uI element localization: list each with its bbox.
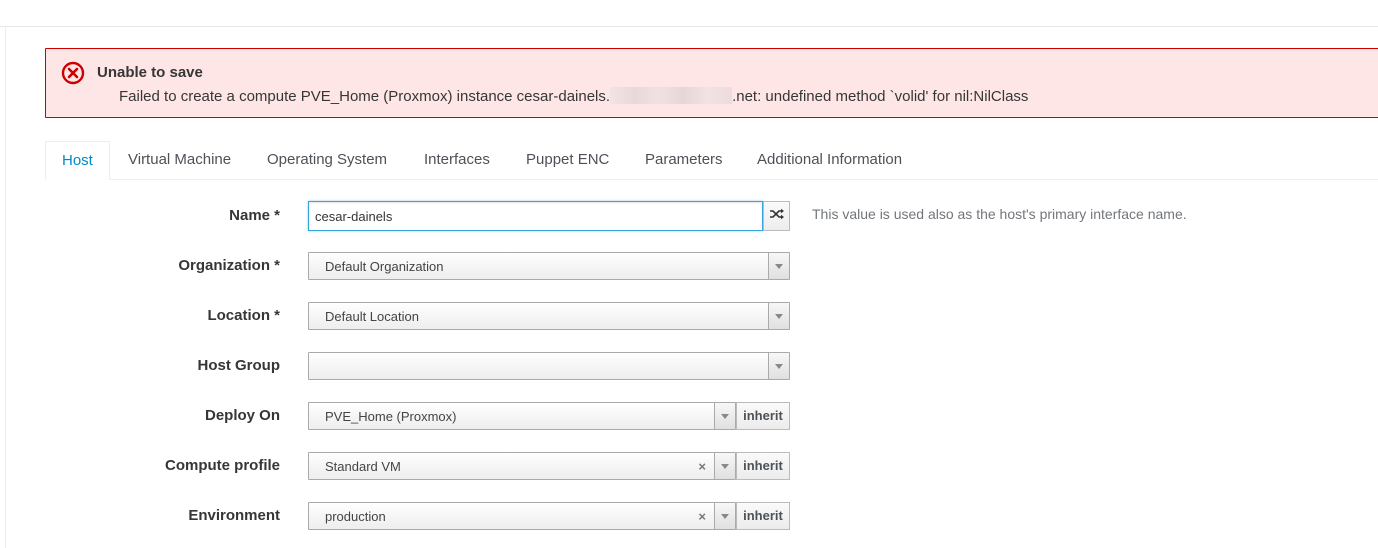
environment-row: Environment production × inherit [0, 502, 1378, 532]
tab-operating-system[interactable]: Operating System [267, 141, 387, 179]
deploy-on-select[interactable]: PVE_Home (Proxmox) [308, 402, 736, 430]
tab-interfaces[interactable]: Interfaces [424, 141, 490, 179]
chevron-down-icon[interactable] [768, 303, 789, 329]
environment-select[interactable]: production × [308, 502, 736, 530]
compute-profile-inherit-button[interactable]: inherit [736, 452, 790, 480]
host-group-row: Host Group [0, 352, 1378, 382]
environment-value: production [325, 509, 386, 524]
deploy-on-value: PVE_Home (Proxmox) [325, 409, 457, 424]
top-divider [0, 26, 1378, 27]
tab-host[interactable]: Host [45, 141, 110, 180]
error-circle-icon [61, 61, 85, 85]
tab-puppet-enc[interactable]: Puppet ENC [526, 141, 609, 179]
compute-profile-row: Compute profile Standard VM × inherit [0, 452, 1378, 482]
organization-row: Organization * Default Organization [0, 252, 1378, 282]
chevron-down-icon[interactable] [768, 353, 789, 379]
name-input[interactable] [308, 201, 763, 231]
chevron-down-icon[interactable] [714, 503, 735, 529]
chevron-down-icon[interactable] [714, 403, 735, 429]
alert-message-suffix: .net: undefined method `volid' for nil:N… [732, 88, 1029, 105]
alert-message: Failed to create a compute PVE_Home (Pro… [119, 87, 1028, 105]
redacted-text [610, 87, 733, 104]
chevron-down-icon[interactable] [714, 453, 735, 479]
deploy-on-inherit-button[interactable]: inherit [736, 402, 790, 430]
location-label: Location * [207, 307, 280, 324]
location-select[interactable]: Default Location [308, 302, 790, 330]
host-group-select[interactable] [308, 352, 790, 380]
compute-profile-select[interactable]: Standard VM × [308, 452, 736, 480]
deploy-on-label: Deploy On [204, 407, 280, 424]
tab-additional-information[interactable]: Additional Information [757, 141, 902, 179]
organization-select[interactable]: Default Organization [308, 252, 790, 280]
environment-label: Environment [188, 507, 280, 524]
shuffle-icon [769, 207, 785, 225]
deploy-on-row: Deploy On PVE_Home (Proxmox) inherit [0, 402, 1378, 432]
compute-profile-label: Compute profile [165, 457, 280, 474]
randomize-name-button[interactable] [763, 201, 790, 231]
compute-profile-value: Standard VM [325, 459, 401, 474]
chevron-down-icon[interactable] [768, 253, 789, 279]
organization-value: Default Organization [325, 259, 444, 274]
alert-title: Unable to save [97, 64, 203, 81]
tab-bar: Host Virtual Machine Operating System In… [45, 141, 1378, 180]
name-row: Name * This value is used also as the ho… [0, 201, 1378, 231]
location-row: Location * Default Location [0, 302, 1378, 332]
clear-icon[interactable]: × [698, 459, 706, 475]
clear-icon[interactable]: × [698, 509, 706, 525]
name-help-text: This value is used also as the host's pr… [812, 206, 1187, 222]
error-alert: Unable to save Failed to create a comput… [45, 48, 1378, 118]
tab-virtual-machine[interactable]: Virtual Machine [128, 141, 231, 179]
organization-label: Organization * [178, 257, 280, 274]
alert-message-prefix: Failed to create a compute PVE_Home (Pro… [119, 88, 611, 105]
location-value: Default Location [325, 309, 419, 324]
environment-inherit-button[interactable]: inherit [736, 502, 790, 530]
tab-parameters[interactable]: Parameters [645, 141, 723, 179]
host-group-label: Host Group [197, 357, 281, 374]
name-label: Name * [229, 207, 280, 224]
